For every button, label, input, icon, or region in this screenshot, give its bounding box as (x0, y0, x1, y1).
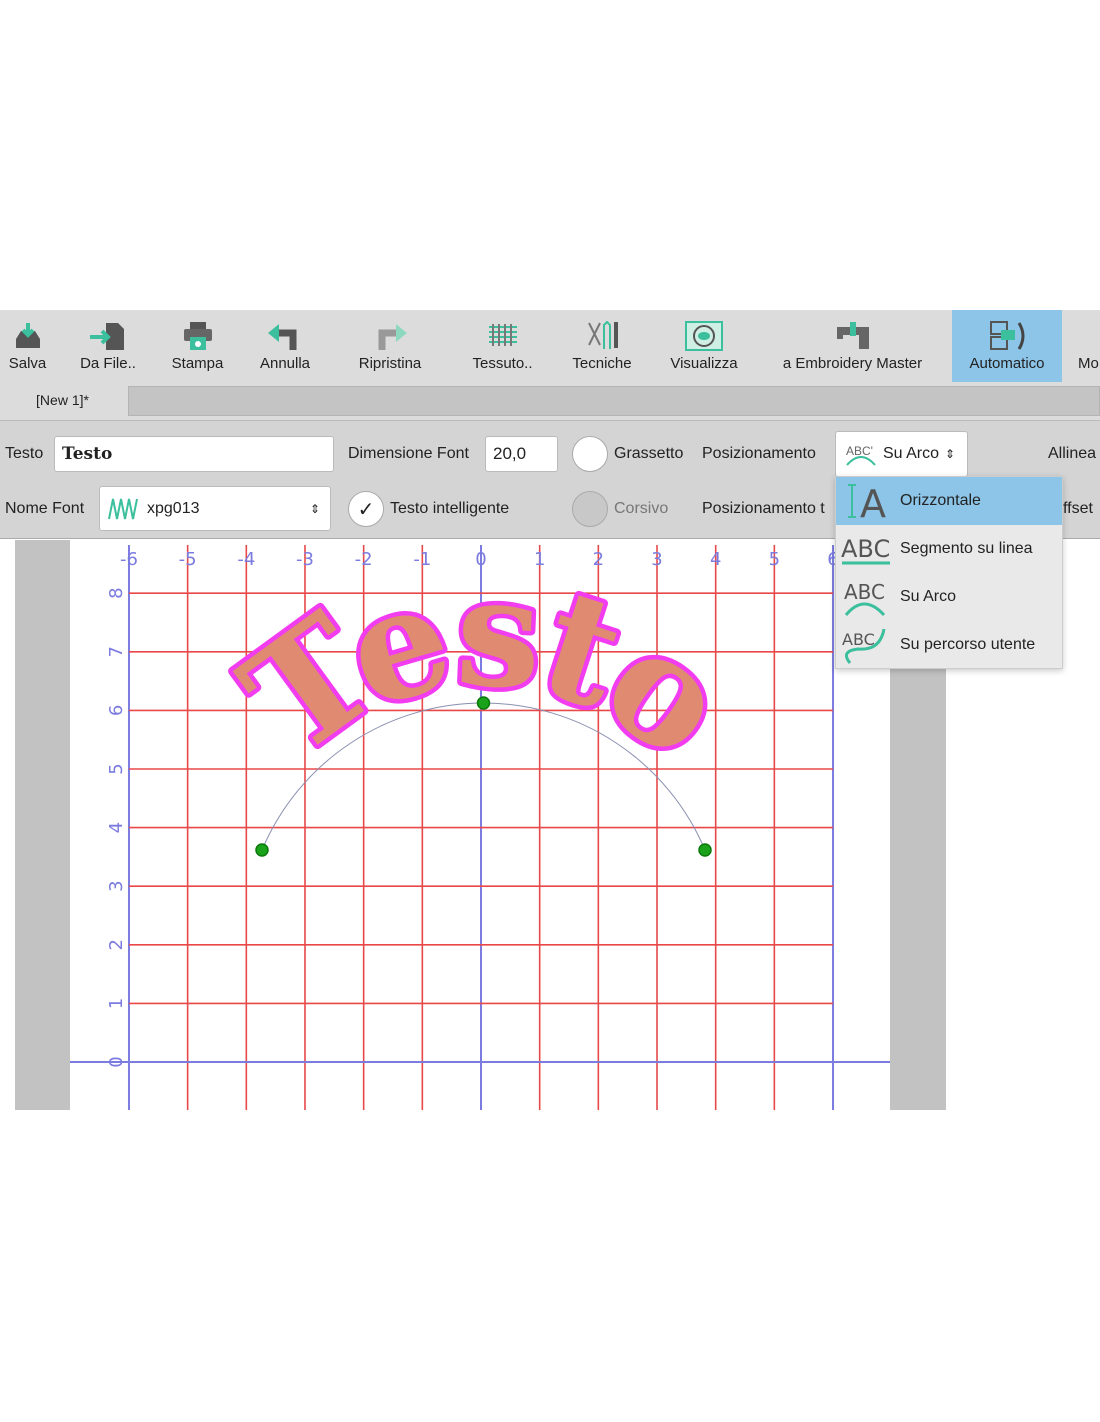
tab-bar: [New 1]* (0, 382, 1100, 420)
undo-button[interactable]: Annulla (250, 310, 320, 382)
main-toolbar: Salva Da File.. Stampa Annulla ⌄ Riprist… (0, 310, 1100, 685)
positioning-select[interactable]: ABC' Su Arco ⇕ (835, 431, 968, 477)
smart-text-label: Testo intelligente (390, 500, 510, 517)
font-size-label: Dimensione Font (348, 445, 469, 462)
italic-checkbox[interactable] (572, 491, 608, 527)
tab-new-1[interactable]: [New 1]* (0, 382, 125, 418)
x-tick-label: 5 (769, 549, 780, 570)
updown-chevron-icon: ⇕ (309, 501, 320, 516)
techniques-button[interactable]: Tecniche (562, 310, 642, 382)
y-tick-label: 6 (106, 705, 127, 716)
positioning-dropdown: A Orizzontale ABC Segmento su linea ABC … (835, 476, 1063, 669)
eye-icon (685, 321, 723, 351)
undo-icon (268, 324, 297, 350)
text-on-path-icon: ABC (842, 628, 886, 664)
text-label: Testo (5, 445, 44, 462)
svg-text:A: A (860, 482, 886, 523)
y-tick-label: 3 (106, 880, 127, 891)
print-button[interactable]: Stampa (160, 310, 235, 382)
italic-label: Corsivo (614, 500, 669, 517)
fabric-button[interactable]: Tessuto.. (465, 310, 540, 382)
updown-chevron-icon: ⇕ (945, 447, 956, 461)
canvas-margin-left (15, 540, 70, 1110)
arc-handle[interactable] (476, 696, 491, 710)
y-tick-label: 4 (106, 822, 127, 833)
zigzag-stitch-icon (108, 498, 138, 519)
smart-text-checkbox[interactable]: ✓ (348, 491, 384, 527)
automatic-button[interactable]: Automatico (952, 310, 1062, 382)
dropdown-item-horizontal[interactable]: A Orizzontale (836, 477, 1062, 525)
save-tray-icon (15, 323, 40, 348)
svg-text:ABC': ABC' (846, 444, 873, 458)
positioning-label: Posizionamento (702, 445, 816, 462)
arc-handle[interactable] (698, 843, 712, 857)
font-name-label: Nome Font (5, 500, 85, 517)
import-file-button[interactable]: Da File.. (72, 310, 144, 382)
x-tick-label: -3 (296, 549, 314, 570)
printer-icon (183, 322, 212, 350)
text-on-arc-icon: ABC' (846, 444, 876, 466)
automatic-icon (990, 321, 1025, 350)
import-file-icon (90, 323, 124, 350)
arc-handle[interactable] (255, 843, 269, 857)
y-tick-label: 7 (106, 646, 127, 657)
fabric-icon (488, 324, 517, 346)
y-tick-label: 0 (106, 1056, 127, 1067)
x-tick-label: -6 (120, 549, 138, 570)
font-size-input[interactable]: 20,0 (485, 436, 558, 472)
x-tick-label: 3 (651, 549, 662, 570)
dropdown-item-segment-on-line[interactable]: ABC Segmento su linea (836, 525, 1062, 573)
y-tick-label: 5 (106, 763, 127, 774)
font-name-select[interactable]: xpg013 ⇕ (99, 486, 331, 531)
y-tick-label: 8 (106, 587, 127, 598)
embroidery-master-button[interactable]: a Embroidery Master (770, 310, 935, 382)
positioning-2-label: Posizionamento t (702, 500, 825, 517)
save-button[interactable]: Salva (0, 310, 55, 382)
view-button[interactable]: Visualizza (660, 310, 748, 382)
y-tick-label: 2 (106, 939, 127, 950)
bold-checkbox[interactable] (572, 436, 608, 472)
checkmark-icon: ✓ (357, 498, 375, 521)
tools-icon (588, 321, 618, 349)
text-on-arc-icon: ABC (844, 580, 886, 617)
sewing-machine-icon (836, 322, 869, 349)
bold-label: Grassetto (614, 445, 684, 462)
text-on-line-icon: ABC (841, 535, 890, 565)
align-label: Allinea (1048, 445, 1097, 462)
tab-bar-empty (128, 386, 1100, 416)
x-tick-label: -4 (237, 549, 255, 570)
horizontal-text-icon: A (848, 482, 886, 523)
redo-icon (378, 324, 407, 350)
dropdown-item-user-path[interactable]: ABC Su percorso utente (836, 621, 1062, 669)
redo-button[interactable]: Ripristina (350, 310, 430, 382)
svg-text:ABC: ABC (842, 630, 875, 649)
svg-text:ABC: ABC (844, 580, 885, 604)
text-input[interactable]: Testo (54, 436, 334, 472)
y-tick-label: 1 (106, 998, 127, 1009)
x-tick-label: 4 (710, 549, 721, 570)
offset-label: ffset (1063, 500, 1093, 517)
svg-text:ABC: ABC (841, 535, 890, 563)
dropdown-item-on-arc[interactable]: ABC Su Arco (836, 573, 1062, 621)
x-tick-label: -5 (179, 549, 197, 570)
more-button[interactable]: Mo (1078, 310, 1100, 382)
